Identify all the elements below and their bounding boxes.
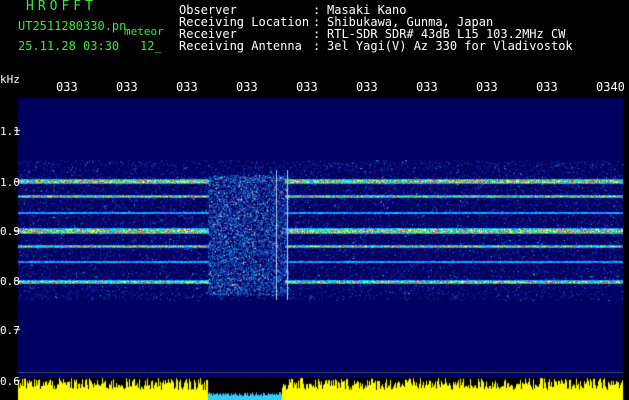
time-label: 033 bbox=[236, 80, 258, 94]
y-tick-label: 0.9 bbox=[0, 225, 20, 238]
time-label: 0340 bbox=[596, 80, 625, 94]
y-tick-label: 1.1 bbox=[0, 125, 20, 138]
filename: UT2511280330.pn bbox=[18, 19, 127, 33]
time-label: 033 bbox=[476, 80, 498, 94]
spectrogram bbox=[0, 0, 629, 400]
time-label: 033 bbox=[56, 80, 78, 94]
time-label: 033 bbox=[176, 80, 198, 94]
y-tick-label: 1.0 bbox=[0, 176, 20, 189]
y-tick-label: 0.8 bbox=[0, 275, 20, 288]
info-value-antenna: 3el Yagi(V) Az 330 for Vladivostok bbox=[327, 39, 573, 53]
axis-unit-label: kHz bbox=[0, 73, 20, 86]
time-label: 033 bbox=[116, 80, 138, 94]
count: 12_ bbox=[140, 39, 162, 53]
y-tick-label: 0.7 bbox=[0, 324, 20, 337]
datetime: 25.11.28 03:30 bbox=[18, 39, 120, 53]
time-label: 033 bbox=[296, 80, 318, 94]
info-colon: : bbox=[313, 39, 321, 53]
time-label: 033 bbox=[536, 80, 558, 94]
mode-tag: meteor bbox=[124, 25, 164, 38]
y-tick-label: 0.6 bbox=[0, 375, 20, 388]
time-label: 033 bbox=[356, 80, 378, 94]
time-label: 033 bbox=[416, 80, 438, 94]
info-label-antenna: Receiving Antenna bbox=[179, 39, 302, 53]
app-title: HROFFT bbox=[26, 0, 97, 14]
